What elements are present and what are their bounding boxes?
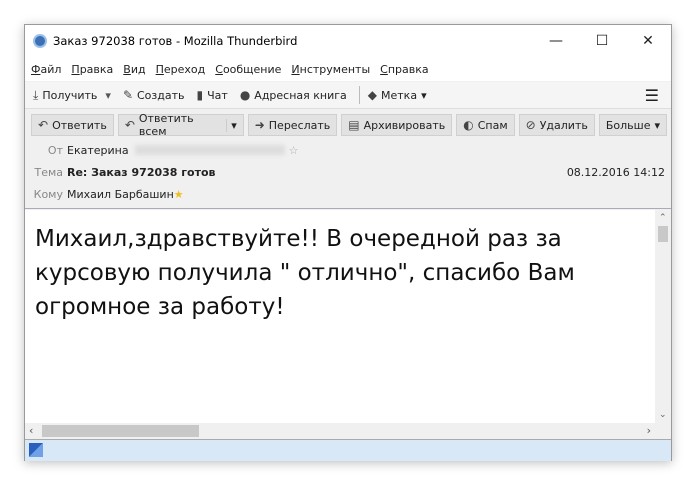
redacted-email (134, 145, 285, 155)
forward-arrow-icon: ➜ (254, 118, 265, 132)
horizontal-scroll-thumb[interactable] (42, 425, 199, 437)
to-row: Кому Михаил Барбашин ★ (33, 187, 184, 201)
window-title: Заказ 972038 готов - Mozilla Thunderbird (53, 34, 298, 48)
star-filled-icon[interactable]: ★ (174, 188, 184, 201)
message-header: От Екатерина ☆ Тема Re: Заказ 972038 готов 0… (25, 139, 671, 209)
flame-icon: ◐ (463, 118, 474, 132)
menu-edit[interactable]: Правка (71, 63, 113, 76)
message-body: Михаил,здравствуйте!! В очередной раз за… (25, 210, 655, 423)
from-row: От Екатерина ☆ (47, 143, 299, 157)
address-book-button[interactable]: ● Адресная книга (240, 88, 347, 102)
vertical-scroll-thumb[interactable] (658, 226, 668, 242)
person-icon: ● (239, 88, 251, 102)
thunderbird-icon (33, 34, 47, 48)
maximize-button[interactable]: ☐ (579, 25, 625, 57)
date: 08.12.2016 14:12 (566, 165, 665, 179)
create-button[interactable]: ✎ Создать (123, 88, 185, 102)
close-button[interactable]: ✕ (625, 25, 671, 57)
scroll-up-icon[interactable]: ⌃ (659, 213, 667, 223)
tag-button[interactable]: ◆ Метка ▾ (368, 88, 427, 102)
chevron-down-icon: ▾ (654, 118, 660, 132)
chevron-down-icon: ▾ (421, 88, 427, 102)
message-toolbar: ↶ Ответить ↶ Ответить всем ▾ ➜ Переслать ▤ Ар… (25, 111, 671, 139)
reply-all-dropdown-icon[interactable]: ▾ (226, 118, 237, 132)
scroll-down-icon[interactable]: ⌄ (659, 410, 667, 420)
subject: Re: Заказ 972038 готов (67, 165, 216, 179)
get-mail-dropdown-icon[interactable]: ▾ (105, 89, 111, 102)
toolbar-separator (358, 86, 360, 104)
menu-help[interactable]: Справка (380, 63, 428, 76)
download-icon: ⤓ (33, 87, 39, 102)
get-mail-button[interactable]: ⤓ Получить ▾ (33, 88, 111, 103)
menu-tools[interactable]: Инструменты (291, 63, 370, 76)
menu-message[interactable]: Сообщение (215, 63, 281, 76)
reply-all-icon: ↶ (124, 118, 135, 132)
archive-button[interactable]: ▤ Архивировать (341, 114, 453, 136)
pencil-icon: ✎ (122, 88, 133, 102)
spam-button[interactable]: ◐ Спам (456, 114, 515, 136)
menu-bar: Файл Правка Вид Переход Сообщение Инстру… (25, 57, 671, 81)
scroll-left-icon[interactable]: ‹ (29, 424, 33, 437)
vertical-scrollbar[interactable]: ⌃ ⌄ (655, 210, 671, 423)
menu-go[interactable]: Переход (156, 63, 206, 76)
status-bar (25, 439, 671, 461)
star-icon[interactable]: ☆ (289, 144, 299, 157)
archive-icon: ▤ (348, 118, 360, 132)
reply-button[interactable]: ↶ Ответить (31, 114, 114, 136)
more-button[interactable]: Больше ▾ (598, 114, 667, 136)
tag-icon: ◆ (367, 88, 378, 102)
title-bar: Заказ 972038 готов - Mozilla Thunderbird… (25, 25, 671, 57)
hamburger-menu-icon[interactable]: ☰ (645, 86, 659, 105)
recipient[interactable]: Михаил Барбашин (67, 188, 174, 201)
subject-row: Тема Re: Заказ 972038 готов 08.12.2016 14:… (34, 165, 665, 179)
chat-icon: ▮ (196, 88, 204, 102)
horizontal-scrollbar[interactable]: ‹ › (25, 423, 655, 439)
forward-button[interactable]: ➜ Переслать (247, 114, 338, 136)
thunderbird-window: Заказ 972038 готов - Mozilla Thunderbird… (24, 24, 672, 461)
online-status-icon[interactable] (29, 443, 43, 457)
no-entry-icon: ⊘ (525, 118, 536, 132)
scroll-right-icon[interactable]: › (647, 424, 651, 437)
from-sender[interactable]: Екатерина (67, 144, 129, 157)
minimize-button[interactable]: — (533, 25, 579, 57)
main-toolbar: ⤓ Получить ▾ ✎ Создать ▮ Чат ● Адресная книга… (25, 82, 671, 109)
reply-icon: ↶ (38, 118, 49, 132)
menu-view[interactable]: Вид (123, 63, 145, 76)
chat-button[interactable]: ▮ Чат (197, 88, 228, 102)
delete-button[interactable]: ⊘ Удалить (518, 114, 595, 136)
reply-all-button[interactable]: ↶ Ответить всем ▾ (117, 112, 244, 138)
menu-file[interactable]: Файл (31, 63, 61, 76)
